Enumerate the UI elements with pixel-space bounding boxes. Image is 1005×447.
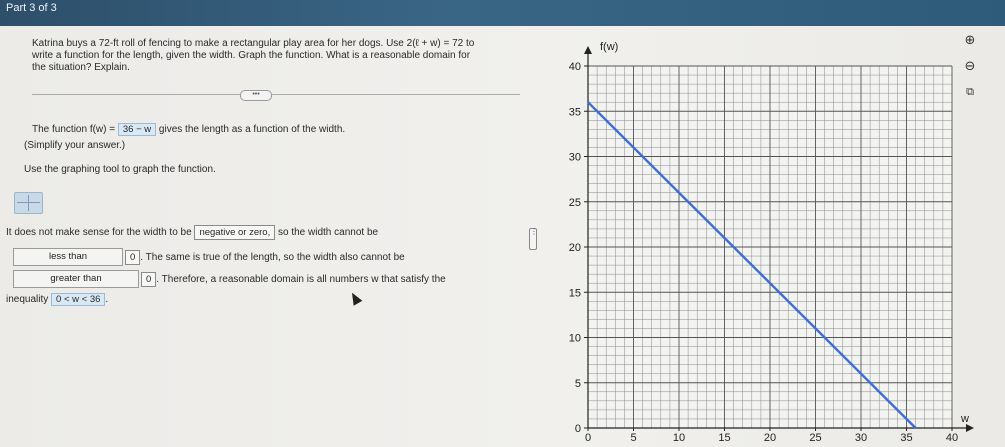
zoom-out-icon[interactable]: ⊖: [961, 57, 979, 75]
panel-resize-handle[interactable]: ⋮: [529, 228, 538, 250]
greater-than-sentence-suffix: . Therefore, a reasonable domain is all …: [156, 274, 446, 286]
zoom-in-icon[interactable]: ⊕: [961, 31, 979, 49]
problem-line-1: Katrina buys a 72-ft roll of fencing to …: [32, 38, 475, 49]
top-bar: Part 3 of 3: [0, 0, 1005, 26]
less-than-value-field[interactable]: 0: [125, 250, 141, 265]
greater-than-sentence: 0. Therefore, a reasonable domain is all…: [141, 272, 446, 287]
x-tick-label: 30: [855, 432, 867, 444]
width-sentence-suffix: so the width cannot be: [278, 227, 379, 239]
less-than-sentence-suffix: . The same is true of the length, so the…: [140, 252, 405, 264]
inequality-end: .: [105, 294, 109, 305]
x-tick-label: 20: [764, 432, 776, 444]
x-tick-label: 35: [900, 432, 912, 444]
greater-than-option[interactable]: greater than: [13, 270, 139, 288]
function-graph[interactable]: 0 5 10 15 20 25 30 35 40 0 5 10 15 20 25 30 35 40 f(w) w: [540, 36, 980, 444]
width-answer-dropdown[interactable]: negative or zero,: [194, 225, 276, 240]
less-than-sentence: 0. The same is true of the length, so th…: [125, 250, 405, 265]
expand-dots-button[interactable]: •••: [240, 90, 272, 101]
x-tick-label: 0: [585, 432, 591, 444]
problem-statement: Katrina buys a 72-ft roll of fencing to …: [32, 38, 522, 74]
x-tick-label: 10: [673, 432, 685, 444]
width-sentence: It does not make sense for the width to …: [6, 225, 378, 240]
graphing-tool-icon[interactable]: [14, 192, 43, 214]
function-suffix: gives the length as a function of the wi…: [158, 124, 346, 135]
graph-instruction: Use the graphing tool to graph the funct…: [24, 164, 216, 175]
y-tick-label: 5: [575, 378, 581, 390]
y-tick-label: 10: [569, 333, 581, 345]
y-tick-label: 15: [569, 287, 581, 299]
less-than-option[interactable]: less than: [13, 248, 123, 266]
y-tick-label: 25: [569, 197, 581, 209]
function-answer-field[interactable]: 36 − w: [117, 123, 157, 136]
inequality-answer-field[interactable]: 0 < w < 36: [51, 293, 106, 306]
y-tick-label: 0: [575, 423, 581, 435]
x-axis-label: w: [960, 413, 969, 425]
simplify-note: (Simplify your answer.): [24, 140, 126, 151]
problem-line-3: the situation? Explain.: [32, 62, 130, 73]
y-tick-label: 40: [569, 61, 581, 73]
y-axis-arrow: [584, 46, 592, 54]
section-divider: [32, 94, 520, 95]
x-tick-label: 25: [809, 432, 821, 444]
width-sentence-prefix: It does not make sense for the width to …: [6, 227, 192, 239]
y-tick-label: 20: [569, 242, 581, 254]
y-tick-label: 35: [569, 106, 581, 118]
y-tick-label: 30: [569, 152, 581, 164]
function-sentence: The function f(w) = 36 − w gives the len…: [32, 123, 345, 136]
popout-icon[interactable]: ⧉: [961, 83, 979, 101]
question-page: Katrina buys a 72-ft roll of fencing to …: [0, 26, 1005, 447]
inequality-sentence: inequality 0 < w < 36.: [6, 293, 108, 306]
part-indicator: Part 3 of 3: [6, 2, 57, 14]
problem-line-2: write a function for the length, given t…: [32, 50, 471, 61]
greater-than-value-field[interactable]: 0: [141, 272, 157, 287]
inequality-label: inequality: [6, 294, 49, 305]
x-tick-label: 40: [946, 432, 958, 444]
x-axis-arrow: [966, 424, 974, 432]
x-tick-label: 5: [630, 432, 636, 444]
y-axis-label: f(w): [600, 41, 618, 53]
mouse-cursor: [347, 290, 363, 306]
function-prefix: The function f(w) =: [32, 124, 116, 135]
x-tick-label: 15: [718, 432, 730, 444]
